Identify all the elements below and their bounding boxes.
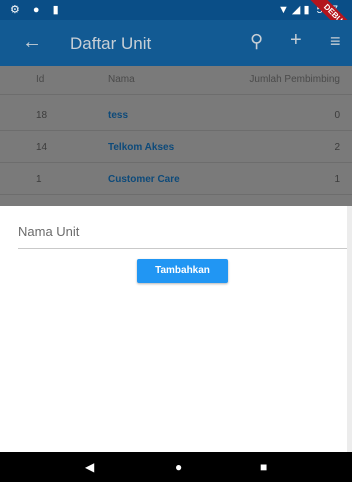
signal-icon: ◢ [291,4,301,16]
table-row[interactable]: 1 Customer Care 1 [0,166,352,195]
app-bar: ← Daftar Unit ⚲ + ≡ [0,20,352,66]
search-icon[interactable]: ⚲ [250,31,263,52]
nav-recent-icon[interactable]: ■ [260,460,267,474]
column-header-jumlah: Jumlah Pembimbing [249,74,340,85]
battery-icon: ▮ [303,4,310,16]
add-icon[interactable]: + [290,29,302,52]
cell-id: 1 [36,174,42,185]
cell-jumlah: 1 [334,174,340,185]
table-row[interactable]: 14 Telkom Akses 2 [0,134,352,163]
unit-table: Id Nama Jumlah Pembimbing 18 tess 0 14 T… [0,66,352,206]
column-header-nama: Nama [108,74,135,85]
field-underline [18,248,348,249]
page-title: Daftar Unit [70,34,152,53]
cell-jumlah: 2 [334,142,340,153]
cell-nama[interactable]: Customer Care [108,174,180,185]
tambahkan-button[interactable]: Tambahkan [137,259,228,283]
table-header: Id Nama Jumlah Pembimbing [0,66,352,95]
system-nav-bar: ◀ ● ■ [0,452,352,482]
filter-icon[interactable]: ≡ [330,31,341,52]
nama-unit-field[interactable]: Nama Unit [18,224,79,239]
cell-jumlah: 0 [334,110,340,121]
cell-id: 14 [36,142,48,153]
table-row[interactable]: 18 tess 0 [0,102,352,131]
add-unit-sheet: Nama Unit Tambahkan [0,206,352,452]
nav-home-icon[interactable]: ● [175,460,182,474]
column-header-id: Id [36,74,45,85]
cell-nama[interactable]: Telkom Akses [108,142,174,153]
status-left-icons: ⚙ ● ▮ [10,4,64,16]
cell-id: 18 [36,110,48,121]
status-bar: ⚙ ● ▮ ▼ ◢ ▮ 5:37 DEBUG [0,0,352,45]
cell-nama[interactable]: tess [108,110,128,121]
nav-back-icon[interactable]: ◀ [85,460,94,474]
wifi-icon: ▼ [277,4,289,16]
sheet-edge [347,206,352,452]
back-arrow-icon[interactable]: ← [22,31,42,54]
